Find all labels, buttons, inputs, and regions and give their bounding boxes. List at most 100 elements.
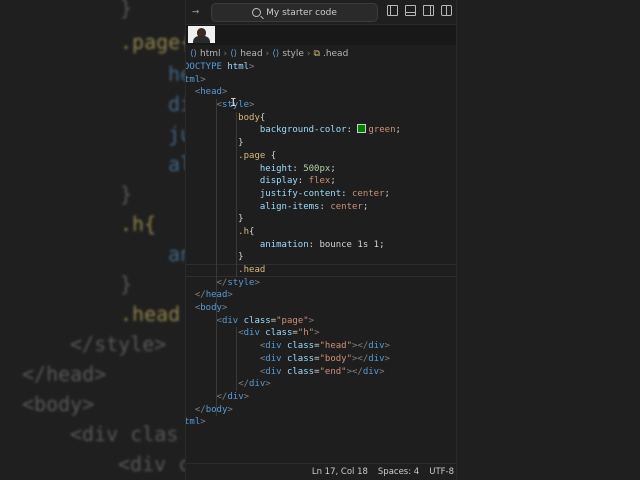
- code-line[interactable]: height: 500px;: [186, 162, 456, 176]
- code-token: style: [227, 277, 255, 288]
- code-line[interactable]: .head: [186, 264, 456, 277]
- code-token: tml: [185, 74, 201, 85]
- code-line[interactable]: <style>: [186, 99, 456, 112]
- code-token: >: [249, 100, 255, 111]
- code-line[interactable]: align-items: center;: [186, 200, 456, 214]
- customize-layout-icon[interactable]: [441, 5, 452, 16]
- code-line[interactable]: .h{: [185, 225, 456, 239]
- cursor-position[interactable]: Ln 17, Col 18: [312, 467, 368, 477]
- bg-code-line: </style>: [70, 332, 167, 356]
- code-token: "head": [319, 341, 352, 352]
- code-line[interactable]: animation: bounce 1s 1;: [186, 238, 456, 252]
- code-line[interactable]: <div class="body"></div>: [186, 352, 456, 366]
- code-token: html: [227, 62, 250, 72]
- breadcrumb-item[interactable]: head: [240, 49, 262, 59]
- code-line[interactable]: }: [186, 137, 456, 150]
- code-line[interactable]: justify-content: center;: [185, 187, 456, 201]
- code-line[interactable]: <head>: [186, 86, 456, 99]
- code-line[interactable]: </style>: [186, 276, 456, 290]
- indent-guide: [236, 111, 237, 125]
- code-token: div: [249, 379, 266, 390]
- code-token: .page: [185, 150, 271, 161]
- code-token: </: [216, 391, 228, 402]
- code-token: }: [185, 252, 244, 263]
- code-token: >: [227, 404, 233, 415]
- code-token: bounce 1s 1: [319, 239, 380, 250]
- toggle-primary-sidebar-icon[interactable]: [387, 5, 398, 16]
- code-line[interactable]: </body>: [186, 403, 456, 417]
- code-token: ;: [379, 239, 385, 250]
- indent-guide: [216, 289, 217, 303]
- indent-guide: [236, 137, 237, 150]
- code-token: div: [243, 328, 266, 339]
- code-line[interactable]: <div class="h">: [186, 327, 456, 341]
- encoding[interactable]: UTF-8: [429, 467, 454, 477]
- indent-guide: [236, 124, 237, 138]
- element-icon: ⟨⟩: [190, 49, 198, 59]
- title-bar: → My starter code: [186, 0, 456, 25]
- code-line[interactable]: body{: [186, 111, 456, 125]
- bg-code-line: <div clas: [70, 422, 179, 446]
- code-token: >: [384, 353, 390, 364]
- code-token: .h: [185, 226, 250, 237]
- indent-guide: [236, 225, 237, 239]
- bg-code-line: .h{: [120, 212, 157, 236]
- code-token: }: [185, 214, 244, 225]
- indent-guide: [236, 352, 237, 366]
- code-token: >: [379, 366, 385, 377]
- code-line[interactable]: <div class="end"></div>: [186, 365, 456, 379]
- color-swatch[interactable]: [357, 124, 367, 134]
- code-token: :: [341, 188, 352, 199]
- code-line[interactable]: </head>: [186, 289, 456, 303]
- indent-guide: [216, 124, 217, 138]
- indent-guide: [236, 213, 237, 226]
- code-line[interactable]: tml>: [185, 74, 456, 87]
- code-line[interactable]: <div class="head"></div>: [186, 340, 456, 353]
- code-line[interactable]: <body>: [186, 302, 456, 315]
- indent-guide: [216, 137, 217, 150]
- element-icon: ⟨⟩: [272, 49, 280, 59]
- indent-guide: [216, 149, 217, 163]
- code-token: </: [238, 379, 250, 390]
- chevron-right-icon: ›: [306, 49, 311, 59]
- forward-arrow-icon[interactable]: →: [192, 4, 199, 18]
- code-line[interactable]: }: [185, 251, 456, 264]
- toggle-secondary-sidebar-icon[interactable]: [423, 5, 434, 16]
- code-token: class: [243, 315, 271, 326]
- indent-guide: [236, 175, 237, 188]
- indentation[interactable]: Spaces: 4: [378, 467, 419, 477]
- code-token: display: [185, 176, 298, 187]
- code-line[interactable]: }: [185, 213, 456, 226]
- indent-guide: [236, 327, 237, 341]
- code-token: class: [265, 328, 293, 339]
- code-token: >: [254, 277, 260, 288]
- code-line[interactable]: DOCTYPE html>: [186, 61, 456, 74]
- indent-guide: [216, 314, 217, 328]
- breadcrumb-item[interactable]: html: [200, 49, 221, 59]
- command-center-search[interactable]: My starter code: [211, 3, 378, 22]
- code-line[interactable]: display: flex;: [185, 175, 456, 188]
- code-line[interactable]: </div>: [186, 378, 456, 391]
- code-line[interactable]: <div class="page">: [186, 314, 456, 328]
- code-line[interactable]: .page {: [185, 149, 456, 163]
- breadcrumb-item[interactable]: style: [282, 49, 304, 59]
- indent-guide: [216, 340, 217, 353]
- code-token: ;: [395, 125, 401, 136]
- bg-code-line: <body>: [22, 392, 95, 416]
- code-token: :: [308, 239, 320, 250]
- code-line[interactable]: tml>: [185, 416, 456, 429]
- indent-guide: [216, 251, 217, 264]
- code-token: justify-content: [185, 188, 342, 199]
- indent-guide: [216, 225, 217, 239]
- toggle-panel-icon[interactable]: [405, 5, 416, 16]
- layout-controls: [387, 5, 452, 16]
- code-token: ;: [330, 163, 336, 174]
- breadcrumb-item[interactable]: .head: [323, 49, 348, 59]
- code-editor[interactable]: DOCTYPE html> tml> <head> <style> body{ b…: [185, 61, 456, 429]
- code-line[interactable]: </div>: [186, 390, 456, 404]
- code-line[interactable]: background-color: green;: [186, 124, 456, 138]
- code-token: tml: [185, 417, 201, 428]
